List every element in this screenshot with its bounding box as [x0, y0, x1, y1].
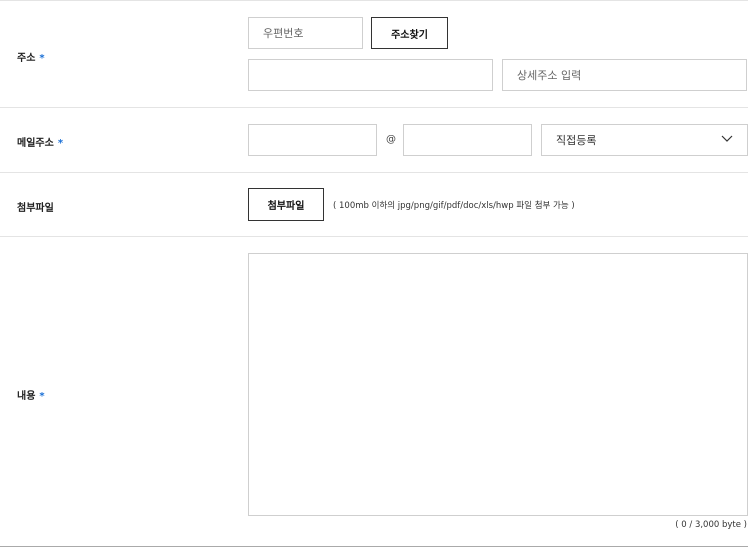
email-label-text: 메일주소	[17, 138, 54, 149]
postcode-placeholder: 우편번호	[263, 27, 304, 40]
address-label: 주소 *	[17, 49, 45, 64]
find-address-button[interactable]: 주소찾기	[371, 17, 448, 49]
email-domain-input[interactable]	[403, 124, 532, 156]
top-divider	[0, 0, 748, 1]
email-domain-select-value: 직접등록	[556, 134, 597, 147]
chevron-down-icon	[721, 135, 733, 142]
required-mark: *	[39, 53, 45, 64]
address-label-text: 주소	[17, 53, 36, 64]
content-label: 내용 *	[17, 387, 45, 402]
row-divider-email	[0, 172, 748, 173]
email-label: 메일주소 *	[17, 134, 63, 149]
attachment-label-text: 첨부파일	[17, 203, 54, 214]
detail-address-placeholder: 상세주소 입력	[517, 69, 582, 82]
row-divider-address	[0, 107, 748, 108]
content-label-text: 내용	[17, 391, 36, 402]
attach-file-button-label: 첨부파일	[267, 201, 305, 212]
byte-counter: ( 0 / 3,000 byte )	[675, 520, 747, 530]
email-domain-select[interactable]: 직접등록	[541, 124, 748, 156]
content-textarea[interactable]	[248, 253, 748, 516]
row-divider-attachment	[0, 236, 748, 237]
required-mark: *	[57, 138, 64, 149]
address-input[interactable]	[248, 59, 493, 91]
attachment-label: 첨부파일	[17, 199, 54, 214]
find-address-button-label: 주소찾기	[391, 29, 428, 41]
attach-file-button[interactable]: 첨부파일	[248, 188, 324, 221]
detail-address-input[interactable]: 상세주소 입력	[502, 59, 747, 91]
email-local-input[interactable]	[248, 124, 377, 156]
attachment-note: ( 100mb 이하의 jpg/png/gif/pdf/doc/xls/hwp …	[333, 201, 575, 211]
required-mark: *	[39, 391, 45, 402]
bottom-divider	[0, 546, 748, 547]
at-symbol: @	[386, 134, 396, 145]
postcode-input[interactable]: 우편번호	[248, 17, 363, 49]
